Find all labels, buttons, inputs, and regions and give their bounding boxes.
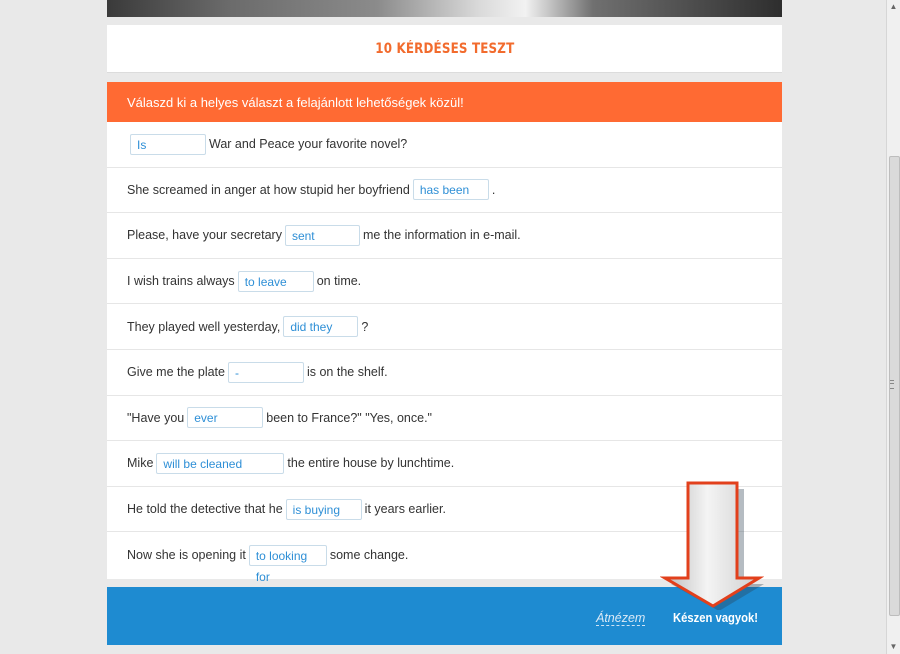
question-text-after: the entire house by lunchtime. — [287, 456, 455, 471]
question-text-before: Now she is opening it — [127, 548, 246, 563]
question-text-after: some change. — [329, 548, 409, 563]
question-text-after: War and Peace your favorite novel? — [209, 137, 408, 152]
question-text-before: He told the detective that he — [127, 502, 283, 517]
question-text-after: me the information in e-mail. — [362, 228, 521, 243]
answer-field-8[interactable]: will be cleaned — [156, 452, 285, 474]
answer-field-6[interactable]: - — [227, 361, 304, 383]
title-bar: 10 KÉRDÉSES TESZT — [107, 25, 782, 73]
hero-image-strip — [107, 0, 782, 17]
answer-field-1[interactable]: Is — [130, 133, 206, 155]
question-text-before: "Have you — [127, 410, 185, 425]
down-arrow-icon — [660, 481, 764, 610]
scroll-grip-icon — [890, 380, 894, 389]
done-button[interactable]: Készen vagyok! — [673, 611, 758, 625]
question-text-after: on time. — [316, 274, 362, 289]
question-row-5: They played well yesterday, did they ? — [107, 304, 782, 350]
question-row-7: "Have you ever been to France?" "Yes, on… — [107, 396, 782, 442]
question-row-4: I wish trains always to leave on time. — [107, 259, 782, 305]
question-row-2: She screamed in anger at how stupid her … — [107, 168, 782, 214]
question-text-after: . — [491, 182, 496, 197]
question-text-before: I wish trains always — [127, 274, 235, 289]
question-text-after: is on the shelf. — [306, 365, 388, 380]
review-link[interactable]: Átnézem — [596, 611, 646, 626]
answer-field-3[interactable]: sent — [284, 224, 360, 246]
scroll-up-arrow-icon[interactable]: ▲ — [887, 0, 900, 14]
question-text-after: ? — [361, 319, 369, 334]
scroll-down-arrow-icon[interactable]: ▼ — [887, 640, 900, 654]
question-text-before: They played well yesterday, — [127, 319, 281, 334]
page-title: 10 KÉRDÉSES TESZT — [374, 40, 515, 57]
vertical-scrollbar[interactable]: ▲ ▼ — [886, 0, 900, 654]
answer-field-10[interactable]: to looking for — [248, 544, 327, 584]
question-text-after: been to France?" "Yes, once." — [266, 410, 432, 425]
answer-field-4[interactable]: to leave — [237, 270, 314, 292]
question-row-6: Give me the plate - is on the shelf. — [107, 350, 782, 396]
question-text-after: it years earlier. — [364, 502, 446, 517]
question-text-before: She screamed in anger at how stupid her … — [127, 182, 410, 197]
answer-field-5[interactable]: did they — [283, 316, 359, 338]
question-text-before: Please, have your secretary — [127, 228, 282, 243]
answer-field-7[interactable]: ever — [187, 407, 264, 429]
question-text-before: Mike — [127, 456, 154, 471]
answer-field-9[interactable]: is buying — [285, 498, 362, 520]
instructions-banner: Válaszd ki a helyes választ a felajánlot… — [107, 82, 782, 122]
question-row-3: Please, have your secretary sent me the … — [107, 213, 782, 259]
question-text-before: Give me the plate — [127, 365, 225, 380]
question-row-1: Is War and Peace your favorite novel? — [107, 122, 782, 168]
answer-field-2[interactable]: has been — [412, 179, 489, 201]
